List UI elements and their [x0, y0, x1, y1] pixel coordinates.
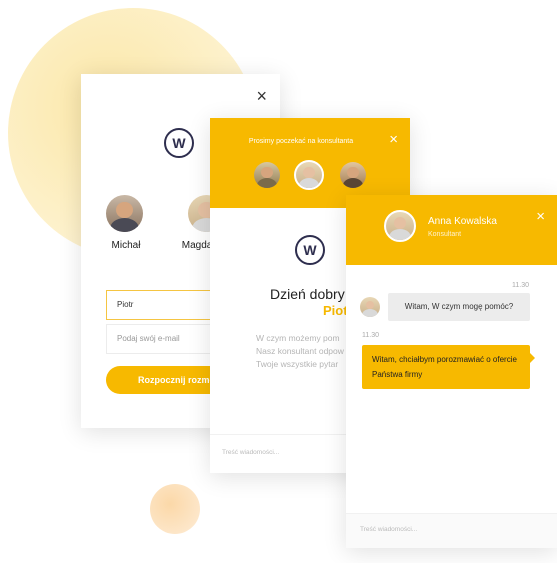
close-icon[interactable]: ×	[389, 132, 398, 147]
consultant-avatar-michal[interactable]	[106, 195, 143, 232]
close-icon[interactable]: ×	[256, 87, 267, 105]
close-icon[interactable]: ×	[536, 209, 545, 224]
message-time: 11.30	[362, 332, 379, 339]
message-time: 11.30	[512, 282, 529, 289]
chat-card: Anna Kowalska Konsultant × 11.30 Witam, …	[346, 195, 557, 548]
chat-header: Anna Kowalska Konsultant ×	[346, 195, 557, 265]
agent-avatar-small	[360, 297, 380, 317]
decorative-circle-small	[150, 484, 200, 534]
brand-logo: W	[164, 128, 194, 158]
agent-name: Anna Kowalska	[428, 216, 497, 227]
consultant-avatar-selected[interactable]	[294, 160, 324, 190]
consultant-name: Michał	[111, 240, 141, 251]
agent-avatar	[384, 210, 416, 242]
incoming-message: Witam, W czym mogę pomóc?	[388, 293, 530, 321]
waiting-header-text: Prosimy poczekać na konsultanta	[248, 138, 354, 145]
message-placeholder: Treść wiadomości...	[222, 449, 280, 456]
consultant-avatar[interactable]	[254, 162, 280, 188]
brand-logo: W	[295, 235, 325, 265]
consultant-avatar[interactable]	[340, 162, 366, 188]
outgoing-message: Witam, chciałbym porozmawiać o ofercie P…	[362, 345, 535, 389]
message-input[interactable]: Treść wiadomości...	[346, 513, 557, 548]
message-placeholder: Treść wiadomości...	[360, 526, 418, 533]
agent-role: Konsultant	[428, 231, 462, 238]
